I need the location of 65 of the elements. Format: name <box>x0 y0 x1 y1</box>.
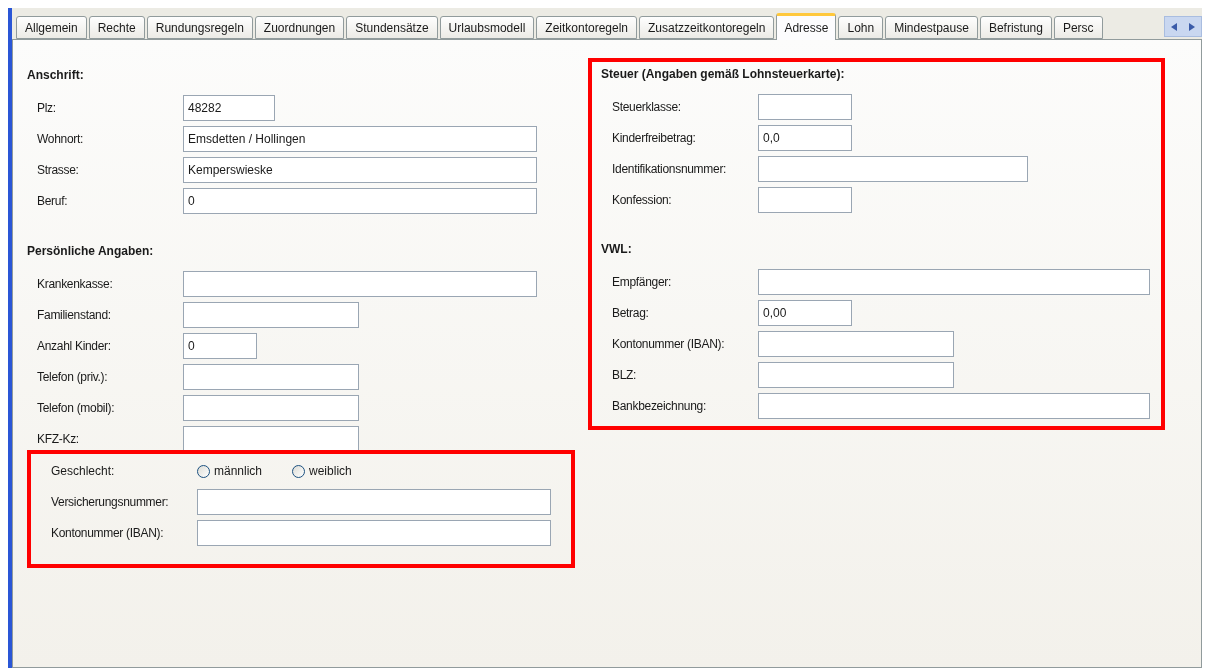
tab[interactable]: Urlaubsmodell <box>439 16 535 39</box>
field-label: Kinderfreibetrag: <box>612 130 697 147</box>
tab[interactable]: Rundungsregeln <box>146 16 253 39</box>
tab[interactable]: Adresse <box>776 13 837 40</box>
input-field[interactable] <box>758 331 954 357</box>
input-field[interactable] <box>758 393 1150 419</box>
input-field[interactable]: Emsdetten / Hollingen <box>183 126 537 152</box>
input-field[interactable]: 0,0 <box>758 125 852 151</box>
input-field[interactable]: 0 <box>183 333 257 359</box>
section-heading: Anschrift: <box>27 67 85 83</box>
input-field[interactable]: 48282 <box>183 95 275 121</box>
field-label: Telefon (mobil): <box>37 400 116 417</box>
field-label: Bankbezeichnung: <box>612 398 707 415</box>
input-field[interactable] <box>758 156 1028 182</box>
field-label: Kontonummer (IBAN): <box>612 336 726 353</box>
input-field[interactable] <box>758 187 852 213</box>
tab[interactable]: Mindestpause <box>885 16 978 39</box>
radio-button[interactable]: männlich <box>197 462 263 480</box>
tab[interactable]: Allgemein <box>16 16 87 39</box>
field-label: BLZ: <box>612 367 638 384</box>
input-field[interactable] <box>183 271 537 297</box>
input-field[interactable] <box>183 302 359 328</box>
tab[interactable]: Zuordnungen <box>254 16 345 39</box>
field-label: Strasse: <box>37 162 80 179</box>
field-label: Versicherungsnummer: <box>51 494 170 511</box>
section-heading: Steuer (Angaben gemäß Lohnsteuerkarte): <box>601 66 846 82</box>
input-field[interactable]: 0,00 <box>758 300 852 326</box>
input-field[interactable] <box>183 426 359 452</box>
field-label: Familienstand: <box>37 307 112 324</box>
input-field[interactable]: Kemperswieske <box>183 157 537 183</box>
field-label: KFZ-Kz: <box>37 431 80 448</box>
field-label: Steuerklasse: <box>612 99 682 116</box>
field-label: Krankenkasse: <box>37 276 114 293</box>
scroll-left-icon[interactable] <box>1171 22 1177 31</box>
tab[interactable]: Befristung <box>979 16 1052 39</box>
field-label: Geschlecht: <box>51 463 116 480</box>
section-heading: Persönliche Angaben: <box>27 243 155 259</box>
field-label: Beruf: <box>37 193 69 210</box>
field-label: Anzahl Kinder: <box>37 338 112 355</box>
tab-scroll-buttons[interactable] <box>1164 16 1202 37</box>
field-label: Konfession: <box>612 192 673 209</box>
field-label: Betrag: <box>612 305 650 322</box>
input-field[interactable] <box>758 362 954 388</box>
tab[interactable]: Lohn <box>838 16 884 39</box>
tab[interactable]: Zusatzzeitkontoregeln <box>639 16 775 39</box>
input-field[interactable] <box>197 489 551 515</box>
field-label: Plz: <box>37 100 57 117</box>
tab[interactable]: Persc <box>1053 16 1103 39</box>
input-field[interactable] <box>758 269 1150 295</box>
tab[interactable]: Stundensätze <box>346 16 438 39</box>
field-label: Empfänger: <box>612 274 673 291</box>
scroll-right-icon[interactable] <box>1189 22 1195 31</box>
field-label: Identifikationsnummer: <box>612 161 728 178</box>
field-label: Kontonummer (IBAN): <box>51 525 165 542</box>
field-label: Telefon (priv.): <box>37 369 109 386</box>
field-label: Wohnort: <box>37 131 85 148</box>
input-field[interactable] <box>183 395 359 421</box>
input-field[interactable]: 0 <box>183 188 537 214</box>
tab[interactable]: Rechte <box>88 16 145 39</box>
tab[interactable]: Zeitkontoregeln <box>536 16 637 39</box>
section-heading: VWL: <box>601 241 633 257</box>
input-field[interactable] <box>197 520 551 546</box>
input-field[interactable] <box>183 364 359 390</box>
radio-button[interactable]: weiblich <box>292 462 352 480</box>
input-field[interactable] <box>758 94 852 120</box>
